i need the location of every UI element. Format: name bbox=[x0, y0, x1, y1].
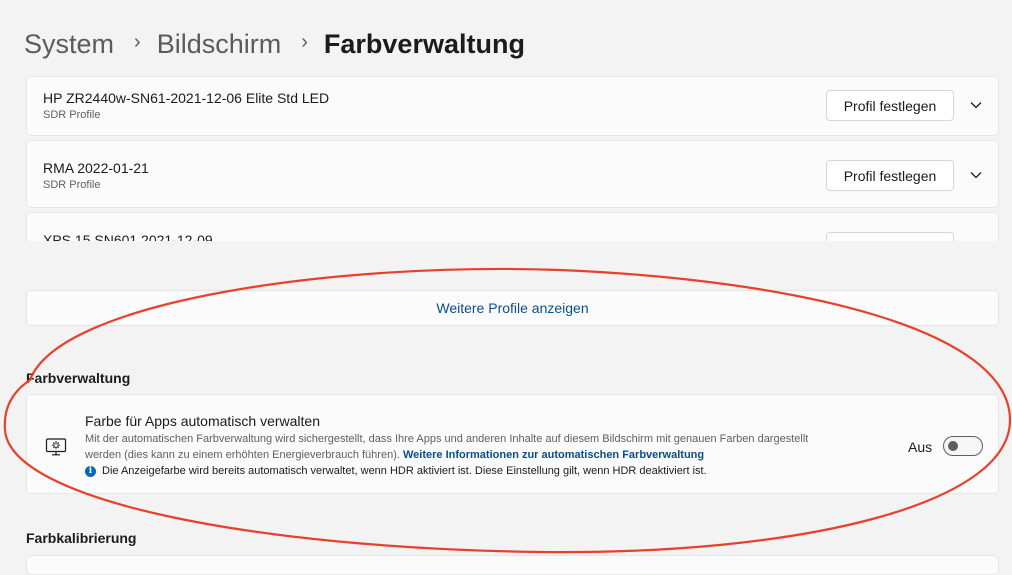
more-profiles-button[interactable]: Weitere Profile anzeigen bbox=[26, 290, 999, 326]
chevron-down-icon[interactable] bbox=[968, 167, 984, 183]
profile-list[interactable]: HP ZR2440w-SN61-2021-12-06 Elite Std LED… bbox=[0, 76, 1012, 241]
chevron-right-icon: › bbox=[301, 30, 308, 53]
set-profile-button[interactable]: Profil festlegen bbox=[826, 90, 954, 121]
profile-card[interactable]: HP ZR2440w-SN61-2021-12-06 Elite Std LED… bbox=[26, 76, 999, 136]
auto-color-title: Farbe für Apps automatisch verwalten bbox=[85, 413, 321, 429]
section-title-color-management: Farbverwaltung bbox=[26, 370, 131, 386]
profile-card[interactable]: RMA 2022-01-21 SDR Profile Profil festle… bbox=[26, 140, 999, 208]
profile-name: XPS 15 SN601 2021-12-09 bbox=[43, 232, 213, 241]
calibration-card[interactable] bbox=[26, 555, 999, 575]
profile-card[interactable]: XPS 15 SN601 2021-12-09 SDR Profile Prof… bbox=[26, 212, 999, 241]
toggle-state-label: Aus bbox=[908, 439, 933, 455]
set-profile-button[interactable]: Profil festlegen bbox=[826, 160, 954, 191]
page-title: Farbverwaltung bbox=[323, 28, 525, 59]
toggle-knob bbox=[948, 441, 958, 451]
profile-type: SDR Profile bbox=[43, 109, 101, 121]
monitor-color-icon bbox=[45, 438, 67, 456]
set-profile-button[interactable]: Profil festlegen bbox=[826, 232, 954, 241]
auto-color-toggle[interactable] bbox=[943, 436, 983, 456]
auto-color-management-card: Farbe für Apps automatisch verwalten Mit… bbox=[26, 394, 999, 494]
hdr-info: i Die Anzeigefarbe wird bereits automati… bbox=[85, 465, 707, 477]
auto-color-description: Mit der automatischen Farbverwaltung wir… bbox=[85, 431, 845, 463]
breadcrumb-display[interactable]: Bildschirm bbox=[157, 29, 282, 60]
hdr-info-text: Die Anzeigefarbe wird bereits automatisc… bbox=[102, 465, 707, 477]
section-title-color-calibration: Farbkalibrierung bbox=[26, 530, 137, 546]
profile-name: HP ZR2440w-SN61-2021-12-06 Elite Std LED bbox=[43, 90, 330, 106]
chevron-right-icon: › bbox=[134, 30, 141, 53]
breadcrumb-system[interactable]: System bbox=[24, 29, 114, 60]
info-icon: i bbox=[85, 465, 96, 477]
chevron-down-icon[interactable] bbox=[968, 97, 984, 113]
profile-type: SDR Profile bbox=[43, 179, 101, 191]
learn-more-link[interactable]: Weitere Informationen zur automatischen … bbox=[403, 449, 704, 461]
profile-name: RMA 2022-01-21 bbox=[43, 160, 149, 176]
breadcrumb: System › Bildschirm › Farbverwaltung bbox=[24, 24, 525, 64]
